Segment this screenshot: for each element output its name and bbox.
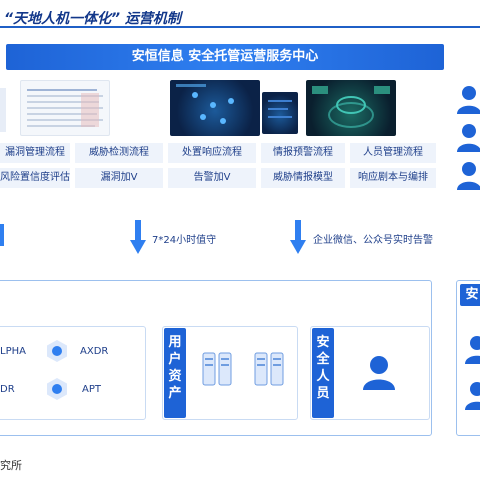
page: “天地人机一体化” 运营机制 安恒信息 安全托管运营服务中心 漏洞管理流程 威胁…	[0, 0, 480, 480]
person-icon	[457, 86, 480, 114]
grid-cell: 告警加V	[168, 168, 256, 188]
people-char: 员	[316, 386, 330, 401]
grid-cell: 处置响应流程	[168, 143, 256, 163]
cloud-product-icon	[47, 340, 67, 362]
grid-cell: 响应剧本与编排	[350, 168, 436, 188]
grid-cell: 威胁检测流程	[75, 143, 163, 163]
grid-cell: 人员管理流程	[350, 143, 436, 163]
cloud-product-icon	[47, 378, 67, 400]
source-note: 究所	[0, 459, 22, 472]
grid-cell: 漏洞管理流程	[0, 143, 70, 163]
title-bar: “天地人机一体化” 运营机制	[0, 6, 480, 28]
server-icon	[202, 352, 232, 386]
arrow-label: 7*24小时值守	[152, 235, 217, 246]
assets-char: 用	[168, 335, 182, 350]
assets-char: 户	[168, 352, 182, 367]
people-block: 安 全 人 员	[312, 328, 334, 418]
grid-cell: 情报预警流程	[261, 143, 345, 163]
left-edge-panel	[0, 88, 6, 132]
person-icon	[363, 356, 395, 390]
page-title: “天地人机一体化” 运营机制	[4, 11, 181, 27]
arrow-label: 企业微信、公众号实时告警	[313, 235, 433, 246]
arrow-down-icon	[0, 224, 4, 246]
person-icon	[457, 124, 480, 152]
product-label: LPHA	[0, 346, 26, 357]
grid-cell: 威胁情报模型	[261, 168, 345, 188]
product-label: DR	[0, 384, 15, 395]
arrow-down-icon	[290, 220, 306, 254]
product-label: APT	[82, 384, 101, 395]
right-block: 安	[460, 284, 480, 306]
assets-char: 资	[168, 369, 182, 384]
product-panel	[0, 326, 146, 420]
people-char: 人	[316, 369, 330, 384]
security-ops-screen	[306, 80, 396, 136]
grid-cell: 风险置信度评估	[0, 168, 70, 188]
assets-char: 产	[168, 386, 182, 401]
people-char: 全	[316, 352, 330, 367]
threat-map-side-panel	[262, 92, 298, 134]
product-label: AXDR	[80, 346, 109, 357]
person-icon	[457, 162, 480, 190]
person-icon	[465, 382, 480, 410]
ops-center-header: 安恒信息 安全托管运营服务中心	[6, 44, 444, 70]
grid-cell: 漏洞加V	[75, 168, 163, 188]
arrow-down-icon	[130, 220, 146, 254]
people-char: 安	[316, 335, 330, 350]
person-icon	[465, 336, 480, 364]
server-icon	[254, 352, 284, 386]
dashboard-list-screenshot	[20, 80, 110, 136]
threat-map-screenshot	[170, 80, 260, 136]
assets-block: 用 户 资 产	[164, 328, 186, 418]
